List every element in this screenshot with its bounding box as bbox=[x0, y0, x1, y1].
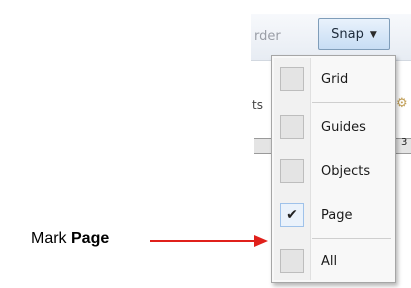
guides-checkbox[interactable] bbox=[280, 115, 304, 139]
arrow-head bbox=[254, 235, 268, 247]
page-checkbox[interactable]: ✔ bbox=[280, 203, 304, 227]
snap-dropdown-menu: Grid Guides Objects ✔ Page All bbox=[271, 55, 396, 283]
menu-item-label: Page bbox=[321, 207, 353, 223]
red-arrow-icon bbox=[150, 235, 268, 247]
annotation-bold: Page bbox=[71, 230, 110, 247]
ruler-number: 3 bbox=[401, 137, 408, 148]
arrange-order-label[interactable]: rder bbox=[254, 29, 281, 44]
menu-separator bbox=[312, 102, 391, 103]
grid-checkbox[interactable] bbox=[280, 67, 304, 91]
checkmark-icon: ✔ bbox=[286, 207, 298, 223]
menu-item-objects[interactable]: Objects bbox=[274, 153, 393, 189]
menu-separator bbox=[312, 238, 391, 239]
menu-item-label: Objects bbox=[321, 163, 371, 179]
objects-checkbox[interactable] bbox=[280, 159, 304, 183]
menu-item-guides[interactable]: Guides bbox=[274, 109, 393, 145]
annotation-prefix: Mark bbox=[31, 230, 71, 247]
background-partial-text: ts bbox=[252, 98, 263, 112]
snap-button-label: Snap bbox=[331, 26, 364, 42]
menu-item-all[interactable]: All bbox=[274, 243, 393, 279]
menu-item-label: Grid bbox=[321, 71, 349, 87]
menu-item-label: All bbox=[321, 253, 338, 269]
menu-item-label: Guides bbox=[321, 119, 366, 135]
tool-icon: ⚙ bbox=[396, 96, 408, 111]
annotation-text: Mark Page bbox=[31, 230, 109, 248]
all-checkbox[interactable] bbox=[280, 249, 304, 273]
menu-item-page[interactable]: ✔ Page bbox=[274, 197, 393, 233]
chevron-down-icon: ▼ bbox=[369, 29, 377, 40]
menu-item-grid[interactable]: Grid bbox=[274, 61, 393, 97]
snap-button[interactable]: Snap ▼ bbox=[318, 18, 390, 50]
